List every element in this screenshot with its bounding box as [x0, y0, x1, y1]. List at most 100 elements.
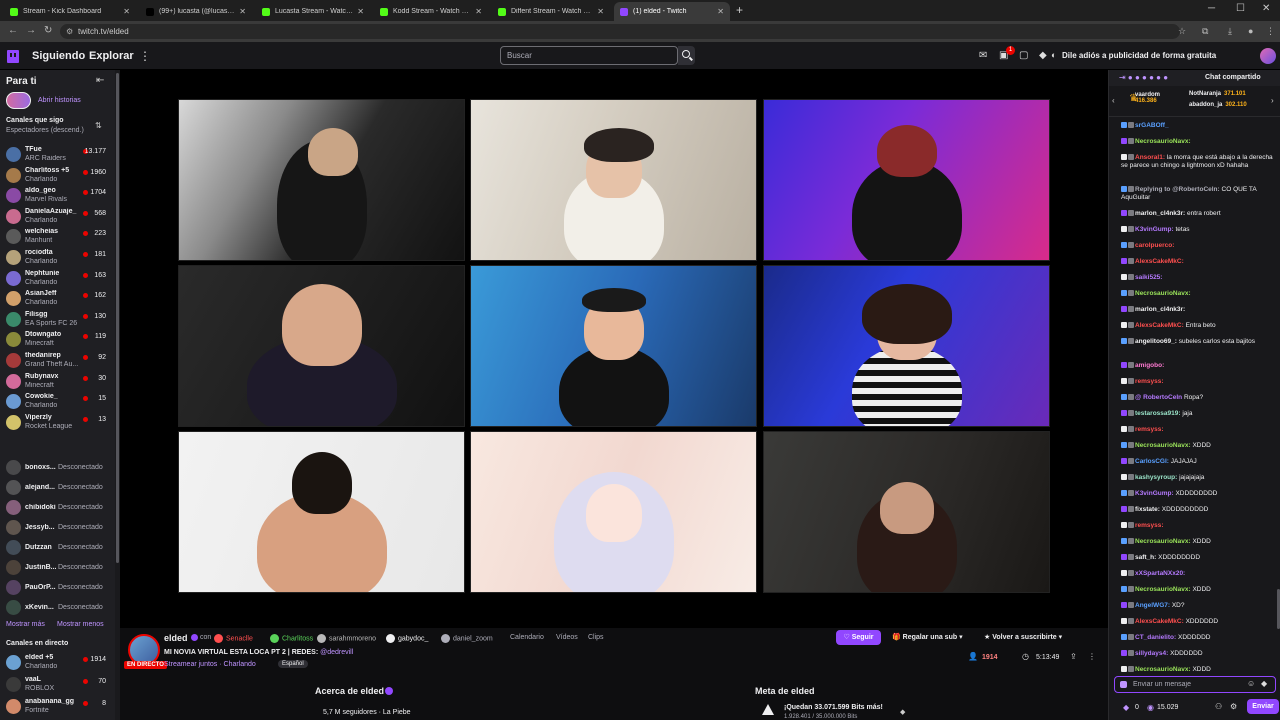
- chat-username[interactable]: NecrosaurioNavx:: [1135, 666, 1191, 673]
- stream-category[interactable]: Streamear juntos · Charlando: [164, 661, 256, 668]
- bits-picker-icon[interactable]: ◆: [1261, 679, 1267, 688]
- sidebar-channel[interactable]: TFue ARC Raiders 13.177: [0, 145, 112, 165]
- live-channel[interactable]: elded +5 Charlando 1914: [0, 653, 112, 673]
- back-icon[interactable]: ←: [8, 25, 18, 36]
- chat-username[interactable]: AlexsCakeMkC:: [1135, 258, 1184, 265]
- leaderboard-entry[interactable]: abaddon_ja 302.110: [1189, 102, 1247, 108]
- collapse-sidebar-icon[interactable]: ⇤: [96, 75, 104, 86]
- sidebar-channel-offline[interactable]: xKevin... Desconectado: [0, 598, 112, 618]
- chat-username[interactable]: NecrosaurioNavx:: [1135, 290, 1191, 297]
- sidebar-channel[interactable]: Filisgg EA Sports FC 26 130: [0, 310, 112, 330]
- chat-username[interactable]: CarlosCGI:: [1135, 458, 1169, 465]
- live-channel[interactable]: anabanana_gg Fortnite 8: [0, 697, 112, 717]
- close-tab-icon[interactable]: ✕: [475, 7, 482, 16]
- bits-icon[interactable]: ◆: [1039, 50, 1047, 61]
- chat-username[interactable]: kashysyroup:: [1135, 474, 1177, 481]
- search-input[interactable]: [500, 46, 678, 65]
- close-tab-icon[interactable]: ✕: [239, 7, 246, 16]
- more-actions-icon[interactable]: ⋮: [1088, 652, 1096, 661]
- chat-users-icon[interactable]: ⚇: [1215, 702, 1222, 711]
- more-options-icon[interactable]: ⋮: [139, 49, 151, 63]
- chat-participants-icons[interactable]: ⇥ ● ● ● ● ● ●: [1119, 73, 1168, 82]
- sidebar-channel[interactable]: welcheias Manhunt 223: [0, 227, 112, 247]
- video-player[interactable]: [120, 70, 1108, 628]
- video-tile[interactable]: [763, 99, 1050, 261]
- chat-username[interactable]: marlon_cl4nk3r:: [1135, 306, 1185, 313]
- sidebar-channel[interactable]: DanielaAzuaje_ Charlando 568: [0, 207, 112, 227]
- leaderboard-entry[interactable]: vaardom 416.386: [1135, 92, 1160, 104]
- stories-row[interactable]: Abrir historias: [6, 92, 116, 110]
- sidebar-channel-offline[interactable]: chibidoki Desconectado: [0, 498, 112, 518]
- follow-button[interactable]: ♡ Seguir: [836, 630, 881, 645]
- chat-username[interactable]: NecrosaurioNavx:: [1135, 538, 1191, 545]
- inbox-icon[interactable]: ✉: [979, 50, 987, 61]
- ad-free-link[interactable]: Dile adiós a publicidad de forma gratuit…: [1062, 51, 1216, 60]
- minimize-icon[interactable]: ─: [1208, 3, 1215, 14]
- chat-username[interactable]: srGABOff_: [1135, 122, 1169, 129]
- chat-identity-icon[interactable]: [1120, 681, 1127, 688]
- gift-sub-button[interactable]: 🎁 Regalar una sub ▾: [886, 630, 972, 645]
- chat-username[interactable]: NecrosaurioNavx:: [1135, 138, 1191, 145]
- leaderboard-next-icon[interactable]: ›: [1271, 96, 1274, 105]
- sidebar-channel[interactable]: Viperzly Rocket League 13: [0, 413, 112, 433]
- send-button[interactable]: Enviar: [1247, 699, 1279, 714]
- chat-username[interactable]: remsyss:: [1135, 378, 1164, 385]
- chat-username[interactable]: NecrosaurioNavx:: [1135, 586, 1191, 593]
- chat-username[interactable]: Replying to @RobertoCeln:: [1135, 186, 1220, 193]
- chat-username[interactable]: AlexsCakeMkC:: [1135, 322, 1184, 329]
- sidebar-channel-offline[interactable]: PauOrP... Desconectado: [0, 578, 112, 598]
- sidebar-channel[interactable]: AsianJeff Charlando 162: [0, 289, 112, 309]
- whispers-icon[interactable]: ▢: [1019, 50, 1028, 61]
- chat-username[interactable]: angelitoo69_:: [1135, 338, 1177, 345]
- video-tile[interactable]: [763, 431, 1050, 593]
- chat-username[interactable]: saft_h:: [1135, 554, 1156, 561]
- close-tab-icon[interactable]: ✕: [357, 7, 364, 16]
- nav-following[interactable]: Siguiendo: [32, 50, 85, 62]
- collab-streamer[interactable]: gabydoc_: [386, 634, 428, 643]
- chat-username[interactable]: CT_danielito:: [1135, 634, 1176, 641]
- chat-username[interactable]: NecrosaurioNavx:: [1135, 442, 1191, 449]
- chat-username[interactable]: @ RobertoCeln: [1135, 394, 1182, 401]
- live-channel[interactable]: vaaL ROBLOX 70: [0, 675, 112, 695]
- resubscribe-button[interactable]: ★ Volver a suscribirte ▾: [980, 630, 1092, 645]
- emote-picker-icon[interactable]: ☺: [1247, 679, 1255, 688]
- extensions-icon[interactable]: ⧉: [1202, 26, 1208, 37]
- chat-username[interactable]: xXSpartaNXx20:: [1135, 570, 1185, 577]
- chat-username[interactable]: testarossa919:: [1135, 410, 1181, 417]
- browser-tab[interactable]: Lucasta Stream - Watch Live on ✕: [256, 2, 370, 21]
- browser-tab[interactable]: Stream - Kick Dashboard ✕: [4, 2, 136, 21]
- video-tile[interactable]: [470, 265, 757, 427]
- video-tile[interactable]: [178, 431, 465, 593]
- leaderboard-prev-icon[interactable]: ‹: [1112, 96, 1115, 105]
- sidebar-channel-offline[interactable]: alejand... Desconectado: [0, 478, 112, 498]
- browser-tab[interactable]: (1) elded - Twitch ✕: [614, 2, 730, 21]
- twitch-logo[interactable]: [7, 50, 19, 63]
- chat-username[interactable]: K3vinGump:: [1135, 226, 1174, 233]
- video-tile[interactable]: [763, 265, 1050, 427]
- sidebar-channel-offline[interactable]: Jessyb... Desconectado: [0, 518, 112, 538]
- sidebar-channel[interactable]: aldo_geo Marvel Rivals 1704: [0, 186, 112, 206]
- channel-name[interactable]: elded: [164, 633, 188, 643]
- sidebar-channel-offline[interactable]: Dutzzan Desconectado: [0, 538, 112, 558]
- browser-tab[interactable]: (99+) lucasta (@lucastastrike) ✕: [140, 2, 252, 21]
- chat-username[interactable]: remsyss:: [1135, 522, 1164, 529]
- chat-username[interactable]: Ansoral1:: [1135, 154, 1165, 161]
- video-tile[interactable]: [470, 431, 757, 593]
- sidebar-channel[interactable]: rociodta Charlando 181: [0, 248, 112, 268]
- chat-username[interactable]: marlon_cl4nk3r:: [1135, 210, 1185, 217]
- sidebar-channel[interactable]: Cowokie_ Charlando 15: [0, 392, 112, 412]
- collab-streamer[interactable]: sarahmmoreno: [317, 634, 376, 643]
- sidebar-channel[interactable]: Dtowngato Minecraft 119: [0, 330, 112, 350]
- chat-scrollbar[interactable]: [1276, 119, 1280, 679]
- forward-icon[interactable]: →: [26, 25, 36, 36]
- chat-username[interactable]: AlexsCakeMkC:: [1135, 618, 1184, 625]
- user-avatar[interactable]: [1260, 48, 1276, 64]
- sidebar-channel[interactable]: thedanirep Grand Theft Au... 92: [0, 351, 112, 371]
- chat-username[interactable]: carolpuerco:: [1135, 242, 1174, 249]
- bits-balance-icon[interactable]: ◆: [1123, 703, 1129, 712]
- profile-icon[interactable]: ●: [1248, 26, 1253, 36]
- sort-icon[interactable]: ⇅: [95, 121, 102, 130]
- goal-toggle-icon[interactable]: ◆: [900, 708, 905, 716]
- show-less-link[interactable]: Mostrar menos: [57, 621, 104, 628]
- nav-browse[interactable]: Explorar: [89, 50, 134, 62]
